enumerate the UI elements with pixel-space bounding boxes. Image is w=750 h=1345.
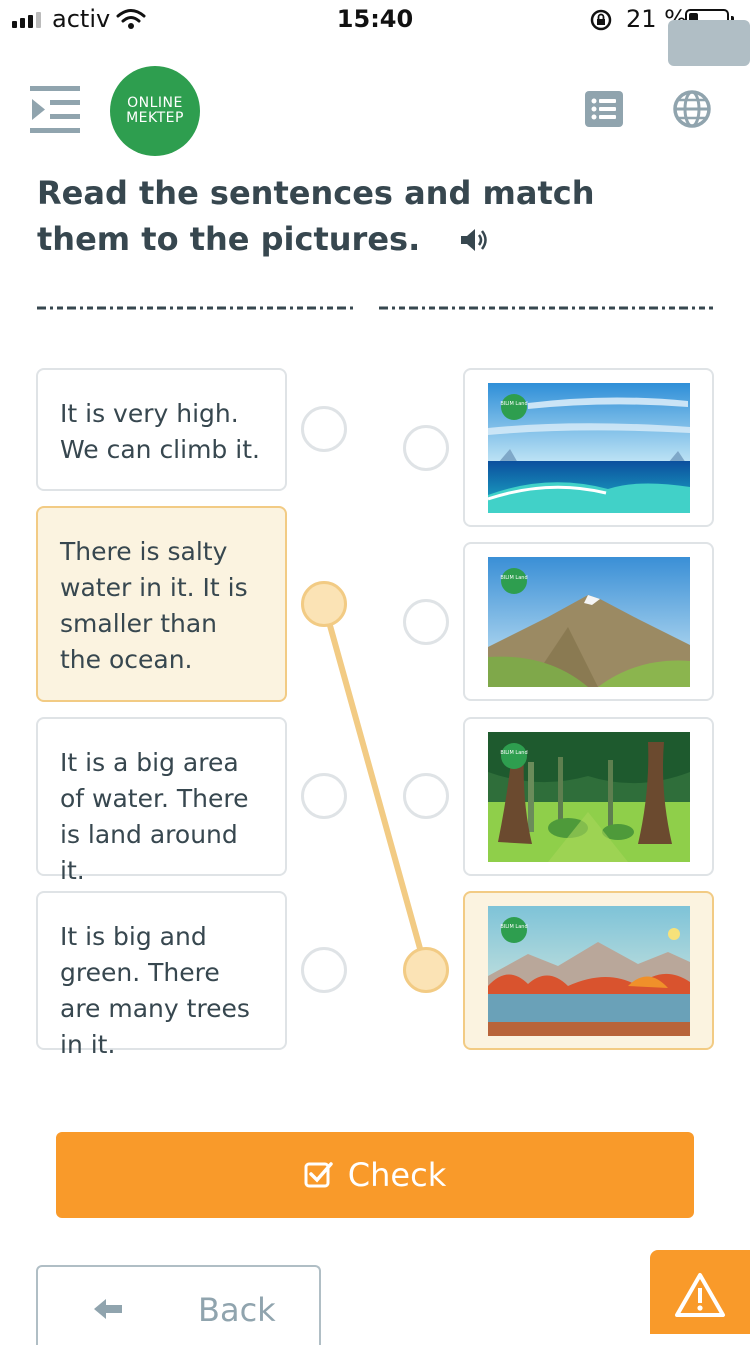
check-button-label: Check <box>347 1156 447 1194</box>
picture-card-2[interactable]: BILIM Land <box>463 542 714 701</box>
left-connector-dot-3[interactable] <box>301 773 347 819</box>
lake-picture: BILIM Land <box>487 905 690 1036</box>
left-connector-dot-2[interactable] <box>301 581 347 627</box>
report-button[interactable] <box>650 1250 750 1334</box>
ocean-picture: BILIM Land <box>487 382 690 513</box>
picture-badge: BILIM Land <box>500 750 527 756</box>
left-connector-dot-4[interactable] <box>301 947 347 993</box>
right-connector-dot-2[interactable] <box>403 599 449 645</box>
back-button-label: Back <box>198 1291 276 1329</box>
warning-icon <box>675 1273 725 1317</box>
right-connector-dot-3[interactable] <box>403 773 449 819</box>
picture-card-1[interactable]: BILIM Land <box>463 368 714 527</box>
picture-badge: BILIM Land <box>500 401 527 407</box>
forest-picture: BILIM Land <box>487 731 690 862</box>
left-connector-dot-1[interactable] <box>301 406 347 452</box>
picture-badge: BILIM Land <box>500 924 527 930</box>
right-connector-dot-4[interactable] <box>403 947 449 993</box>
arrow-left-icon <box>94 1299 122 1319</box>
picture-badge: BILIM Land <box>500 575 527 581</box>
back-button[interactable]: Back <box>36 1265 321 1345</box>
checkbox-icon <box>304 1162 333 1188</box>
check-button[interactable]: Check <box>56 1132 694 1218</box>
mountain-picture: BILIM Land <box>487 556 690 687</box>
picture-card-4[interactable]: BILIM Land <box>463 891 714 1050</box>
right-connector-dot-1[interactable] <box>403 425 449 471</box>
picture-card-3[interactable]: BILIM Land <box>463 717 714 876</box>
